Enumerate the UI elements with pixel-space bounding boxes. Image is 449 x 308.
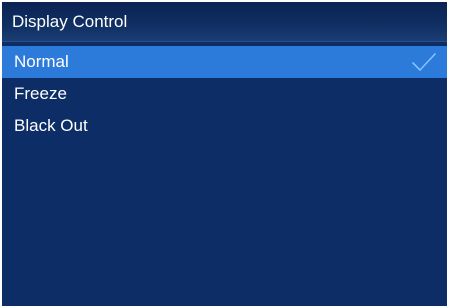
checkmark-icon bbox=[411, 51, 437, 73]
display-control-screen: Display Control Normal Freeze Black Out bbox=[2, 2, 447, 306]
menu-item-label: Freeze bbox=[14, 84, 67, 103]
menu-item-label: Normal bbox=[14, 52, 69, 71]
menu-item-normal[interactable]: Normal bbox=[2, 46, 447, 78]
menu-item-black-out[interactable]: Black Out bbox=[2, 110, 447, 142]
page-title: Display Control bbox=[2, 2, 447, 42]
menu-item-freeze[interactable]: Freeze bbox=[2, 78, 447, 110]
display-mode-menu: Normal Freeze Black Out bbox=[2, 46, 447, 142]
menu-item-label: Black Out bbox=[14, 116, 88, 135]
